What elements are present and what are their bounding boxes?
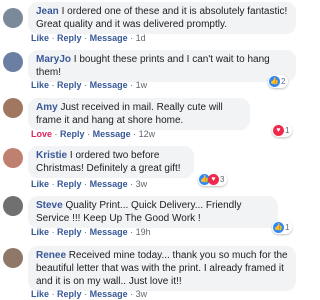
separator: · xyxy=(87,129,91,139)
message-link[interactable]: Message xyxy=(90,227,128,237)
message-link[interactable]: Message xyxy=(90,289,128,299)
comment-bubble: Amy Just received in mail. Really cute w… xyxy=(28,98,250,130)
comment-text: I ordered one of these and it is absolut… xyxy=(36,6,288,30)
reaction-count: 3 xyxy=(220,175,225,184)
love-reaction-icon: ♥ xyxy=(273,125,284,136)
separator: · xyxy=(130,179,134,189)
message-link[interactable]: Message xyxy=(90,179,128,189)
comment-text: Just received in mail. Really cute will … xyxy=(36,102,223,126)
separator: · xyxy=(130,33,134,43)
like-link[interactable]: Like xyxy=(31,80,49,90)
timestamp[interactable]: 1d xyxy=(136,33,146,43)
avatar[interactable] xyxy=(3,196,23,216)
separator: · xyxy=(130,80,134,90)
timestamp[interactable]: 19h xyxy=(136,227,151,237)
comment-bubble: Kristie I ordered two before Christmas! … xyxy=(28,146,194,178)
timestamp[interactable]: 3w xyxy=(136,179,148,189)
commenter-name[interactable]: MaryJo xyxy=(36,54,71,65)
separator: · xyxy=(130,289,134,299)
reply-link[interactable]: Reply xyxy=(57,289,82,299)
separator: · xyxy=(84,80,88,90)
separator: · xyxy=(54,129,58,139)
separator: · xyxy=(84,33,88,43)
reaction-count: 1 xyxy=(285,223,290,232)
comment-text: I bought these prints and I can't wait t… xyxy=(36,54,270,78)
reply-link[interactable]: Reply xyxy=(60,129,85,139)
like-reaction-icon: 👍 xyxy=(269,76,280,87)
love-reaction-icon: ♥ xyxy=(208,174,219,185)
message-link[interactable]: Message xyxy=(93,129,131,139)
like-link[interactable]: Like xyxy=(31,179,49,189)
comment-text: Received mine today... thank you so much… xyxy=(36,250,288,287)
comment-bubble: Renee Received mine today... thank you s… xyxy=(28,246,296,291)
avatar[interactable] xyxy=(3,148,23,168)
timestamp[interactable]: 3w xyxy=(136,289,148,299)
like-reaction-icon: 👍 xyxy=(273,222,284,233)
comment-actions: Like · Reply · Message · 3w xyxy=(31,179,147,189)
reaction-count: 1 xyxy=(285,126,290,135)
comment-actions: Like · Reply · Message · 3w xyxy=(31,289,147,299)
commenter-name[interactable]: Kristie xyxy=(36,150,67,161)
commenter-name[interactable]: Jean xyxy=(36,6,59,17)
comment-bubble: MaryJo I bought these prints and I can't… xyxy=(28,50,296,82)
reaction-count-badge[interactable]: 👍 1 xyxy=(272,221,293,234)
reaction-count-badge[interactable]: 👍 2 xyxy=(268,75,289,88)
commenter-name[interactable]: Steve xyxy=(36,200,63,211)
reply-link[interactable]: Reply xyxy=(57,227,82,237)
commenter-name[interactable]: Renee xyxy=(36,250,66,261)
commenter-name[interactable]: Amy xyxy=(36,102,58,113)
separator: · xyxy=(133,129,137,139)
separator: · xyxy=(51,179,55,189)
avatar[interactable] xyxy=(3,52,23,72)
avatar[interactable] xyxy=(3,8,23,28)
timestamp[interactable]: 1w xyxy=(136,80,148,90)
reaction-count-badge[interactable]: 👍 ♥ 3 xyxy=(198,173,228,186)
like-link[interactable]: Like xyxy=(31,33,49,43)
comment-actions: Like · Reply · Message · 19h xyxy=(31,227,151,237)
comment-text: Quality Print... Quick Delivery... Frien… xyxy=(36,200,242,224)
like-link[interactable]: Like xyxy=(31,227,49,237)
comment-actions: Like · Reply · Message · 1d xyxy=(31,33,146,43)
like-link[interactable]: Like xyxy=(31,289,49,299)
comment-bubble: Jean I ordered one of these and it is ab… xyxy=(28,2,296,34)
separator: · xyxy=(51,289,55,299)
love-link[interactable]: Love xyxy=(31,129,52,139)
separator: · xyxy=(130,227,134,237)
reaction-count-badge[interactable]: ♥ 1 xyxy=(272,124,293,137)
separator: · xyxy=(51,227,55,237)
comment-actions: Like · Reply · Message · 1w xyxy=(31,80,147,90)
reply-link[interactable]: Reply xyxy=(57,33,82,43)
separator: · xyxy=(84,179,88,189)
message-link[interactable]: Message xyxy=(90,33,128,43)
separator: · xyxy=(84,227,88,237)
reply-link[interactable]: Reply xyxy=(57,80,82,90)
message-link[interactable]: Message xyxy=(90,80,128,90)
separator: · xyxy=(51,33,55,43)
avatar[interactable] xyxy=(3,98,23,118)
separator: · xyxy=(51,80,55,90)
comment-actions: Love · Reply · Message · 12w xyxy=(31,129,155,139)
comment-bubble: Steve Quality Print... Quick Delivery...… xyxy=(28,196,278,228)
avatar[interactable] xyxy=(3,248,23,268)
timestamp[interactable]: 12w xyxy=(139,129,156,139)
reaction-count: 2 xyxy=(281,77,286,86)
separator: · xyxy=(84,289,88,299)
reply-link[interactable]: Reply xyxy=(57,179,82,189)
